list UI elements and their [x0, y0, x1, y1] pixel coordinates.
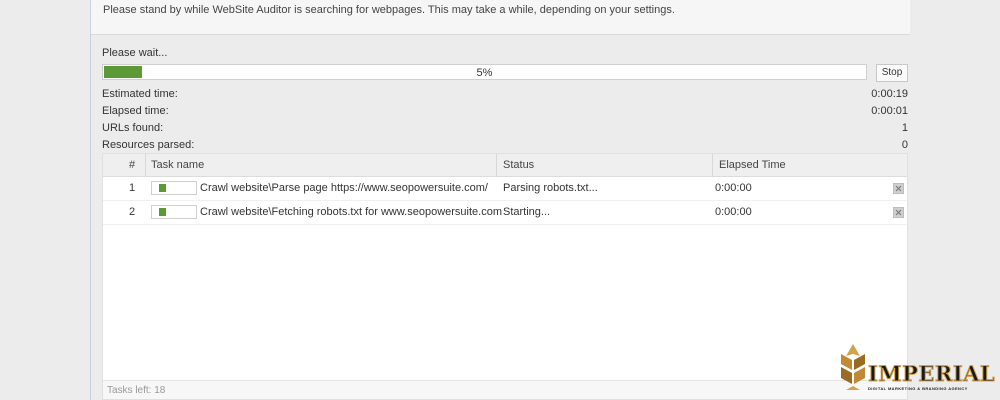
urls-found-value: 1 — [901, 122, 908, 134]
close-icon[interactable] — [893, 183, 904, 194]
resources-parsed-value: 0 — [901, 139, 908, 151]
task-progress-bar — [151, 205, 197, 219]
elapsed-time-value: 0:00:01 — [871, 105, 908, 117]
row-number: 1 — [129, 182, 136, 194]
column-header-status[interactable]: Status — [503, 154, 534, 176]
main-progress-bar: 5% — [102, 64, 867, 80]
column-header-number[interactable]: # — [129, 154, 135, 176]
task-elapsed: 0:00:00 — [715, 182, 752, 194]
task-elapsed: 0:00:00 — [715, 206, 752, 218]
tasks-table: # Task name Status Elapsed Time 1 Crawl … — [102, 153, 908, 400]
column-divider[interactable] — [712, 154, 713, 176]
column-header-task-name[interactable]: Task name — [151, 154, 204, 176]
elapsed-time-label: Elapsed time: — [102, 105, 169, 117]
progress-percent-text: 5% — [476, 67, 493, 79]
header-panel: Please stand by while WebSite Auditor is… — [91, 0, 910, 35]
task-progress-fill — [159, 208, 166, 216]
task-status: Parsing robots.txt... — [503, 182, 598, 194]
urls-found-label: URLs found: — [102, 122, 164, 134]
resources-parsed-label: Resources parsed: — [102, 139, 195, 151]
logo-wordmark: IMPERIAL — [867, 361, 996, 387]
window-left-border — [90, 0, 91, 400]
stop-button[interactable]: Stop — [876, 64, 908, 82]
task-status: Starting... — [503, 206, 551, 218]
table-row[interactable]: 1 Crawl website\Parse page https://www.s… — [103, 177, 907, 201]
close-icon[interactable] — [893, 207, 904, 218]
table-footer: Tasks left: 18 — [103, 380, 907, 399]
task-progress-fill — [159, 184, 166, 192]
logo-tagline: DIGITAL MARKETING & BRANDING AGENCY — [868, 386, 968, 391]
column-divider[interactable] — [145, 154, 146, 176]
table-header: # Task name Status Elapsed Time — [103, 154, 907, 177]
imperial-logo: IMPERIAL DIGITAL MARKETING & BRANDING AG… — [838, 342, 996, 394]
table-row[interactable]: 2 Crawl website\Fetching robots.txt for … — [103, 201, 907, 225]
estimated-time-label: Estimated time: — [102, 88, 178, 100]
column-header-elapsed-time[interactable]: Elapsed Time — [719, 154, 786, 176]
task-name: Crawl website\Fetching robots.txt for ww… — [200, 206, 503, 218]
estimated-time-value: 0:00:19 — [871, 88, 908, 100]
header-message: Please stand by while WebSite Auditor is… — [103, 4, 675, 16]
imperial-emblem-icon — [841, 344, 865, 390]
task-name: Crawl website\Parse page https://www.seo… — [200, 182, 488, 194]
task-progress-bar — [151, 181, 197, 195]
tasks-left-text: Tasks left: 18 — [107, 385, 166, 396]
row-number: 2 — [129, 206, 136, 218]
progress-label: Please wait... — [102, 47, 168, 59]
column-divider[interactable] — [496, 154, 497, 176]
